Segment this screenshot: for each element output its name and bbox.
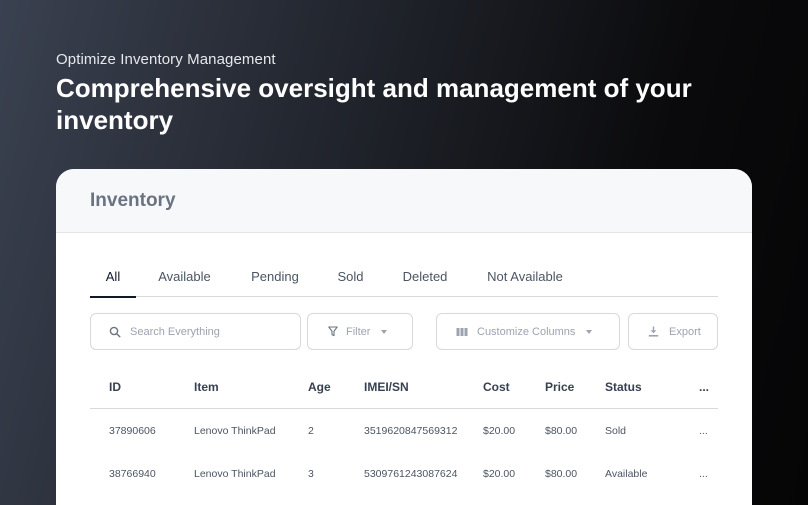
table-header: ID Item Age IMEI/SN Cost Price Status ..… [90,367,718,409]
cell-id: 37890606 [109,425,156,437]
tab-pending[interactable]: Pending [233,265,317,297]
table-row[interactable]: 38766940 Lenovo ThinkPad 3 5309761243087… [90,452,718,495]
hero-headline: Comprehensive oversight and management o… [56,73,692,135]
toolbar: Search Everything Filter Customize Colum… [90,313,718,351]
column-header-price[interactable]: Price [545,380,574,394]
cell-age: 2 [308,425,314,437]
customize-columns-label: Customize Columns [477,325,576,338]
column-header-id[interactable]: ID [109,380,121,394]
cell-status: Available [605,468,648,480]
hero-eyebrow: Optimize Inventory Management [56,51,276,68]
column-header-imei[interactable]: IMEI/SN [364,380,409,394]
cell-imei: 5309761243087624 [364,468,458,480]
customize-columns-button[interactable]: Customize Columns [436,313,620,350]
search-input[interactable]: Search Everything [90,313,301,350]
column-header-more[interactable]: ... [699,380,709,394]
inventory-table: ID Item Age IMEI/SN Cost Price Status ..… [90,367,718,495]
chevron-down-icon [586,329,593,334]
tab-sold[interactable]: Sold [317,265,384,297]
export-button[interactable]: Export [628,313,718,350]
cell-id: 38766940 [109,468,156,480]
inventory-card: Inventory All Available Pending Sold Del… [56,169,752,505]
cell-price: $80.00 [545,468,578,480]
cell-cost: $20.00 [483,425,516,437]
cell-imei: 3519620847569312 [364,425,458,437]
tab-all[interactable]: All [90,265,136,298]
row-actions-button[interactable]: ... [699,425,708,437]
download-icon [648,326,659,337]
cell-age: 3 [308,468,314,480]
funnel-icon [328,326,338,337]
cell-item: Lenovo ThinkPad [194,425,276,437]
search-placeholder: Search Everything [130,325,220,338]
search-icon [109,326,121,338]
status-tabs: All Available Pending Sold Deleted Not A… [90,265,718,298]
cell-price: $80.00 [545,425,578,437]
card-header: Inventory [56,169,752,233]
chevron-down-icon [381,329,388,334]
column-header-age[interactable]: Age [308,380,331,394]
column-header-cost[interactable]: Cost [483,380,510,394]
card-title: Inventory [90,189,176,211]
export-label: Export [669,325,701,338]
cell-status: Sold [605,425,627,437]
tab-deleted[interactable]: Deleted [384,265,466,297]
row-actions-button[interactable]: ... [699,468,708,480]
columns-icon [456,327,468,336]
cell-item: Lenovo ThinkPad [194,468,276,480]
column-header-item[interactable]: Item [194,380,219,394]
filter-label: Filter [346,325,371,338]
filter-button[interactable]: Filter [307,313,413,350]
table-row[interactable]: 37890606 Lenovo ThinkPad 2 3519620847569… [90,409,718,452]
tab-available[interactable]: Available [136,265,233,297]
tab-not-available[interactable]: Not Available [466,265,584,297]
column-header-status[interactable]: Status [605,380,642,394]
cell-cost: $20.00 [483,468,516,480]
